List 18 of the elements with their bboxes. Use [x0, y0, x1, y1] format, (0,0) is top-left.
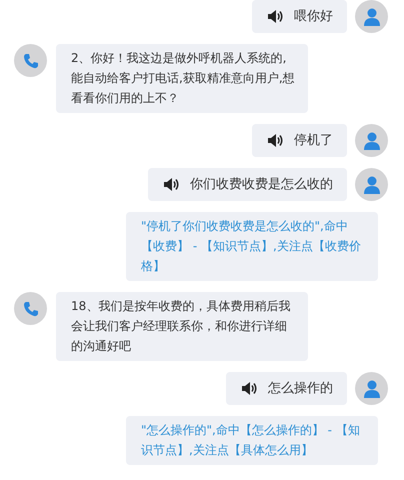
- message-text: 18、我们是按年收费的，具体费用稍后我会让我们客户经理联系你，和你进行详细的沟通好吧: [71, 299, 290, 353]
- speaker-icon: [242, 382, 258, 395]
- speaker-icon: [268, 10, 284, 23]
- person-icon: [364, 8, 380, 26]
- speaker-icon: [268, 134, 284, 147]
- match-info-text: "停机了你们收费收费是怎么收的",命中【收费】 - 【知识节点】,关注点【收费价格】: [141, 219, 361, 273]
- message-text: 你们收费收费是怎么收的: [190, 176, 333, 194]
- message-text: 喂你好: [294, 8, 333, 26]
- person-icon: [364, 380, 380, 398]
- phone-icon: [22, 52, 38, 68]
- phone-icon: [22, 300, 38, 316]
- message-text: 2、你好！我这边是做外呼机器人系统的,能自动给客户打电话,获取精准意向用户,想看看你们用的上不？: [71, 51, 295, 105]
- person-icon: [364, 176, 380, 194]
- message-text: 怎么操作的: [268, 380, 333, 398]
- match-info-text: "怎么操作的",命中【怎么操作的】 - 【知识节点】,关注点【具体怎么用】: [141, 423, 360, 457]
- message-text: 停机了: [294, 132, 333, 150]
- person-icon: [364, 132, 380, 150]
- speaker-icon: [164, 178, 180, 191]
